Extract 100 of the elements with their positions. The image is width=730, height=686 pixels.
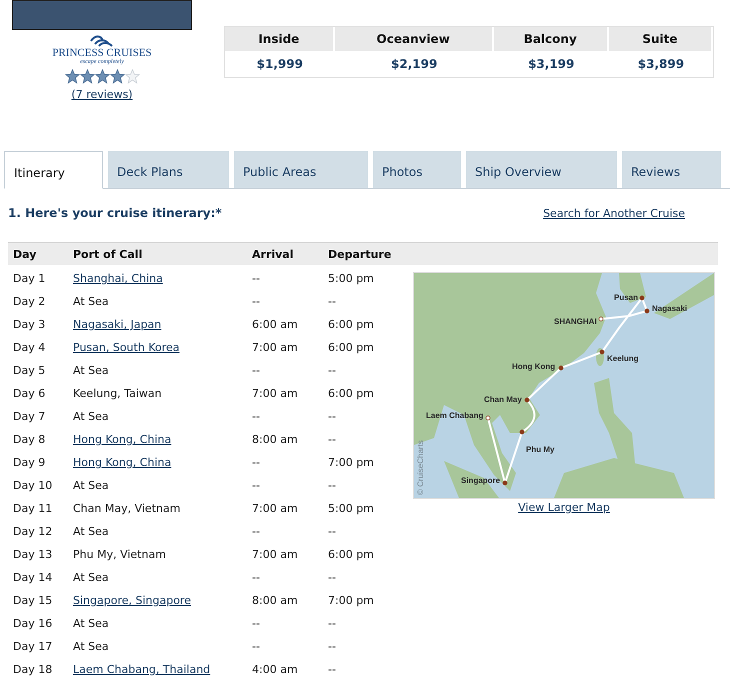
port-link[interactable]: Laem Chabang, Thailand (73, 663, 210, 676)
table-cell-text: Day 1 (12, 272, 46, 285)
port-link[interactable]: Singapore, Singapore (73, 594, 191, 607)
map-label: Pusan (614, 293, 638, 302)
table-cell-text: -- (328, 479, 337, 492)
table-cell-text: Day 13 (12, 548, 54, 561)
table-cell-text: Day 15 (12, 594, 54, 607)
port-dot-icon (600, 350, 604, 354)
table-cell-text: -- (328, 617, 337, 630)
price-value: $3,899 (636, 56, 686, 73)
table-cell-text: -- (252, 617, 261, 630)
table-cell-text: 7:00 am (252, 387, 299, 400)
table-cell: At Sea (73, 364, 109, 377)
table-cell: At Sea (73, 479, 109, 492)
table-cell-text: -- (328, 433, 337, 446)
search-link[interactable]: Search for Another Cruise (543, 206, 685, 220)
port-link[interactable]: Pusan, South Korea (73, 341, 180, 354)
column-header: Departure (328, 248, 392, 260)
table-cell-text: 7:00 pm (328, 456, 375, 469)
port-dot-icon (520, 430, 524, 434)
tab[interactable]: Itinerary (4, 151, 103, 189)
table-cell-text: 6:00 am (252, 318, 299, 331)
table-cell-text: -- (252, 640, 261, 653)
port-dot-icon (502, 480, 508, 486)
table-cell-text: -- (328, 525, 337, 538)
wave-logo-icon (89, 35, 115, 47)
price-category: Inside (225, 27, 333, 51)
tab[interactable]: Reviews (622, 151, 721, 188)
table-cell-text: 8:00 am (252, 594, 299, 607)
price-value: $2,199 (390, 56, 438, 73)
filled-star-icon (80, 69, 94, 84)
table-cell-text: 6:00 pm (328, 318, 375, 331)
map-label: Keelung (607, 354, 639, 363)
table-cell-text: -- (252, 571, 261, 584)
table-cell-text: 4:00 am (252, 663, 299, 676)
filled-star-icon (64, 69, 80, 84)
map-label: Nagasaki (652, 304, 688, 313)
table-cell-text: Day 5 (12, 364, 46, 377)
map-label: Chan May (484, 395, 522, 404)
table-cell: At Sea (73, 410, 109, 423)
table-cell-text: 6:00 pm (328, 548, 375, 561)
filled-star-icon (110, 69, 124, 84)
table-cell-text: 8:00 am (252, 433, 299, 446)
table-cell-text: -- (252, 479, 261, 492)
port-dot-icon (524, 398, 530, 402)
table-cell-text: -- (252, 525, 261, 538)
map-label: Laem Chabang (426, 411, 484, 420)
port-link[interactable]: Hong Kong, China (73, 456, 172, 469)
price-value: $3,199 (527, 56, 576, 73)
map-label: Phu My (526, 445, 554, 454)
table-cell-text: 7:00 am (252, 548, 299, 561)
table-cell-text: 6:00 pm (328, 341, 375, 354)
larger-map-link[interactable]: View Larger Map (518, 501, 610, 514)
port-dot-icon (640, 296, 644, 300)
tab[interactable]: Deck Plans (108, 151, 229, 188)
reviews-link[interactable]: (7 reviews) (71, 88, 133, 101)
table-cell: Phu My, Vietnam (73, 548, 166, 561)
table-cell: At Sea (73, 640, 109, 653)
table-cell-text: -- (328, 663, 337, 676)
map-label: Singapore (461, 476, 500, 485)
table-cell: At Sea (73, 525, 109, 538)
table-cell: Keelung, Taiwan (73, 387, 162, 400)
table-cell-text: Day 8 (12, 433, 46, 446)
table-cell-text: Day 14 (12, 571, 54, 584)
table-cell-text: Day 16 (12, 617, 54, 630)
map-label: Hong Kong (512, 362, 556, 371)
table-cell-text: -- (328, 571, 337, 584)
table-cell-text: Day 12 (12, 525, 54, 538)
table-cell-text: -- (328, 640, 337, 653)
table-cell-text: Day 7 (12, 410, 46, 423)
price-value: $1,999 (256, 56, 304, 73)
table-cell: At Sea (73, 617, 109, 630)
tab[interactable]: Ship Overview (466, 151, 617, 188)
table-cell-text: Day 17 (12, 640, 54, 653)
map-credit: © CruiseCharts (416, 440, 425, 495)
table-cell-text: Day 9 (12, 456, 46, 469)
table-cell-text: Day 6 (12, 387, 46, 400)
column-header: Day (12, 248, 38, 260)
price-category: Oceanview (334, 27, 492, 51)
table-cell-text: 5:00 pm (328, 272, 375, 285)
table-cell-text: -- (252, 295, 261, 308)
tab[interactable]: Public Areas (234, 151, 368, 188)
table-cell-text: -- (252, 456, 261, 469)
port-link[interactable]: Shanghai, China (73, 272, 163, 285)
table-cell-text: Day 18 (12, 663, 54, 676)
table-cell-text: -- (252, 410, 261, 423)
price-category: Balcony (494, 27, 607, 51)
column-header: Arrival (252, 248, 294, 260)
port-link[interactable]: Hong Kong, China (73, 433, 172, 446)
table-cell: At Sea (73, 295, 109, 308)
filled-star-icon (94, 69, 110, 84)
table-cell-text: -- (252, 364, 261, 377)
tab[interactable]: Photos (373, 151, 461, 188)
table-cell-text: Day 2 (12, 295, 46, 308)
port-dot-icon (558, 366, 564, 370)
port-link[interactable]: Nagasaki, Japan (73, 318, 162, 331)
port-dot-icon (644, 308, 650, 314)
port-dot-icon (598, 316, 604, 322)
price-category: Suite (608, 27, 711, 51)
table-cell-text: 7:00 am (252, 502, 299, 515)
